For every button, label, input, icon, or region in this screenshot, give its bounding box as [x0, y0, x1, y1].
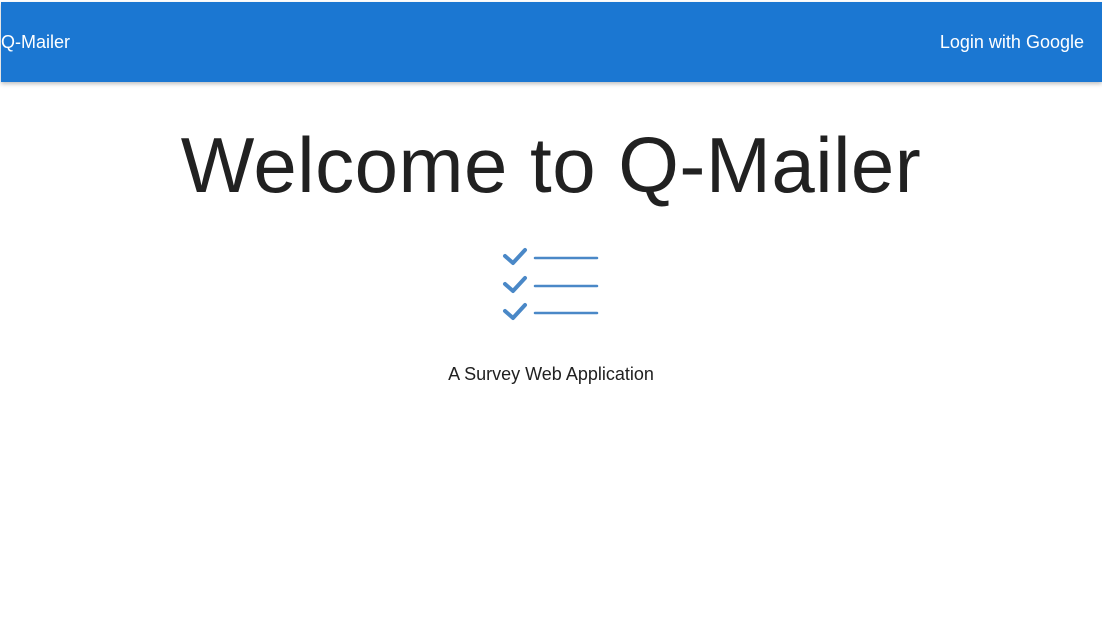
top-navbar: Q-Mailer Login with Google [1, 2, 1102, 82]
page-title: Welcome to Q-Mailer [180, 121, 922, 209]
tagline: A Survey Web Application [448, 364, 654, 384]
brand-logo-link[interactable]: Q-Mailer [1, 32, 70, 53]
checklist-icon [503, 248, 599, 320]
login-with-google-link[interactable]: Login with Google [940, 32, 1102, 53]
landing-content: Welcome to Q-Mailer A Survey Web Applica… [0, 82, 1102, 385]
